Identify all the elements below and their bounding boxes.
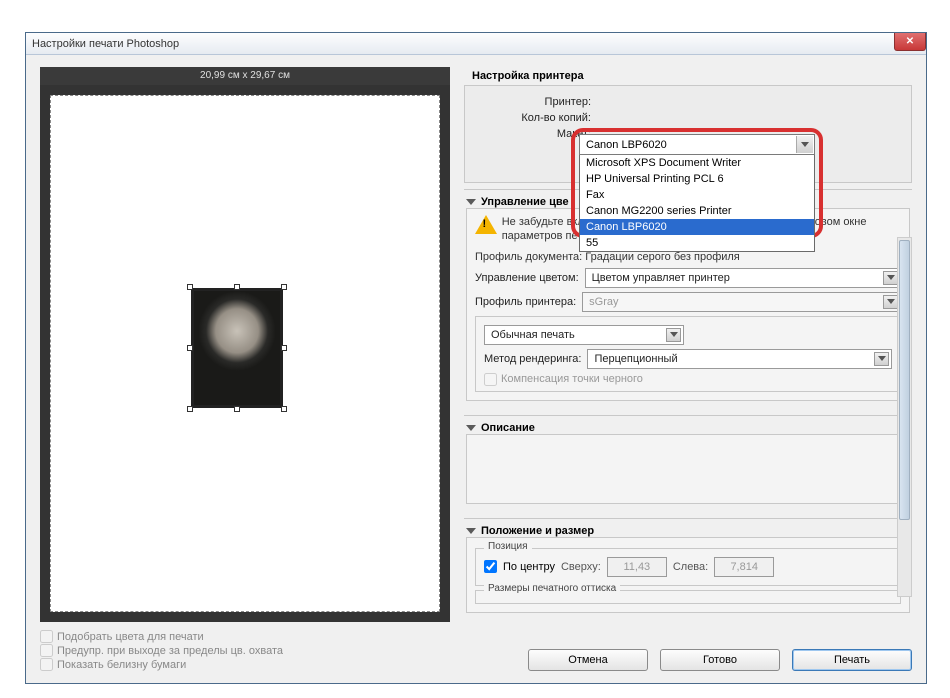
collapse-icon: [466, 528, 476, 534]
rendering-group: Обычная печать Метод рендеринга: Перцепц…: [475, 316, 901, 392]
match-colors-label: Подобрать цвета для печати: [57, 631, 204, 643]
position-group: Позиция По центру Сверху: Слева:: [475, 548, 901, 586]
printer-profile-label: Профиль принтера:: [475, 296, 576, 308]
gamut-warning-label: Предупр. при выходе за пределы цв. охват…: [57, 645, 283, 657]
printer-option[interactable]: Microsoft XPS Document Writer: [580, 155, 814, 171]
warning-icon: [475, 215, 494, 235]
scrollbar[interactable]: [897, 237, 912, 597]
paper-white-checkbox: [40, 658, 53, 671]
preview-image[interactable]: [191, 288, 283, 408]
rendering-intent-select[interactable]: Перцепционный: [587, 349, 892, 369]
close-button[interactable]: ✕: [894, 33, 926, 51]
center-label: По центру: [503, 561, 555, 573]
titlebar[interactable]: Настройки печати Photoshop ✕: [26, 33, 926, 55]
left-input: [714, 557, 774, 577]
position-section: Положение и размер Позиция По центру Све…: [464, 518, 912, 621]
description-section: Описание: [464, 415, 912, 512]
printer-dropdown: Canon LBP6020 Microsoft XPS Document Wri…: [579, 134, 815, 252]
position-body: Позиция По центру Сверху: Слева: Размеры…: [466, 537, 910, 613]
chevron-down-icon: [666, 328, 681, 342]
scaled-size-legend: Размеры печатного оттиска: [484, 583, 620, 594]
page-dimensions: 20,99 см x 29,67 см: [40, 67, 450, 85]
printer-setup-title: Настройка принтера: [464, 67, 912, 85]
cancel-button[interactable]: Отмена: [528, 649, 648, 671]
chevron-down-icon: [883, 271, 898, 285]
doc-profile-value: Градации серого без профиля: [585, 251, 739, 263]
left-label: Слева:: [673, 561, 708, 573]
content: 20,99 см x 29,67 см Подобрать цвета для …: [26, 55, 926, 683]
preview-background: [40, 85, 450, 622]
color-handling-label: Управление цветом:: [475, 272, 579, 284]
bpc-checkbox: [484, 373, 497, 386]
top-label: Сверху:: [561, 561, 601, 573]
rendering-intent-label: Метод рендеринга:: [484, 353, 581, 365]
copies-label: Кол-во копий:: [473, 112, 591, 124]
match-colors-checkbox: [40, 630, 53, 643]
print-button[interactable]: Печать: [792, 649, 912, 671]
chevron-down-icon: [796, 136, 813, 153]
gamut-warning-checkbox: [40, 644, 53, 657]
preview-page[interactable]: [50, 95, 440, 612]
preview-pane: 20,99 см x 29,67 см: [40, 67, 450, 622]
bpc-label: Компенсация точки черного: [501, 373, 643, 385]
scrollbar-thumb[interactable]: [899, 240, 910, 520]
printer-option-selected[interactable]: Canon LBP6020: [580, 219, 814, 235]
position-header[interactable]: Положение и размер: [466, 525, 910, 537]
button-bar: Отмена Готово Печать: [528, 649, 912, 671]
collapse-icon: [466, 199, 476, 205]
printer-dropdown-list[interactable]: Microsoft XPS Document Writer HP Univers…: [579, 155, 815, 252]
printer-option[interactable]: 55: [580, 235, 814, 251]
printer-profile-select: sGray: [582, 292, 901, 312]
chevron-down-icon: [883, 295, 898, 309]
scaled-size-group: Размеры печатного оттиска: [475, 590, 901, 604]
printer-select[interactable]: Canon LBP6020: [579, 134, 815, 155]
position-legend: Позиция: [484, 541, 532, 552]
done-button[interactable]: Готово: [660, 649, 780, 671]
collapse-icon: [466, 425, 476, 431]
printer-option[interactable]: Canon MG2200 series Printer: [580, 203, 814, 219]
paper-white-label: Показать белизну бумаги: [57, 659, 186, 671]
center-checkbox[interactable]: [484, 560, 497, 573]
chevron-down-icon: [874, 352, 889, 366]
description-header[interactable]: Описание: [466, 422, 910, 434]
print-mode-select[interactable]: Обычная печать: [484, 325, 684, 345]
printer-option[interactable]: Fax: [580, 187, 814, 203]
printer-label: Принтер:: [473, 96, 591, 108]
description-body: [466, 434, 910, 504]
preview-options: Подобрать цвета для печати Предупр. при …: [40, 629, 450, 672]
doc-profile-label: Профиль документа:: [475, 251, 582, 263]
printer-option[interactable]: HP Universal Printing PCL 6: [580, 171, 814, 187]
color-handling-select[interactable]: Цветом управляет принтер: [585, 268, 901, 288]
print-dialog: Настройки печати Photoshop ✕ 20,99 см x …: [25, 32, 927, 684]
top-input: [607, 557, 667, 577]
window-title: Настройки печати Photoshop: [32, 38, 179, 50]
